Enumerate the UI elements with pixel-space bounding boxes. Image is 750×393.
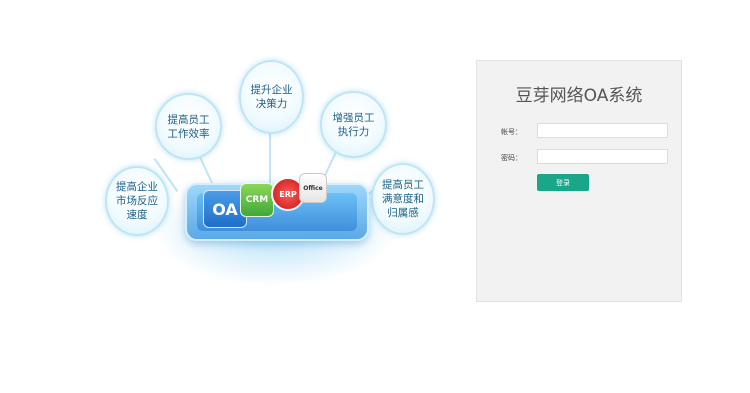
bubble-decision-power: 提升企业 决策力 — [239, 60, 304, 134]
bubble-execution: 增强员工 执行力 — [320, 91, 387, 158]
login-button[interactable]: 登录 — [537, 174, 589, 191]
oa-icon-label: OA — [212, 199, 238, 219]
connector-line — [269, 130, 271, 185]
bubble-label: 提高员工 工作效率 — [167, 113, 210, 140]
password-label: 密码： — [501, 154, 522, 162]
login-title: 豆芽网络OA系统 — [515, 86, 643, 106]
office-app-icon: Office — [299, 173, 327, 203]
bubble-work-efficiency: 提高员工 工作效率 — [155, 93, 222, 160]
username-input[interactable] — [537, 123, 668, 138]
bubble-market-response: 提高企业 市场反应 速度 — [105, 166, 169, 236]
office-icon-label: Office — [303, 184, 323, 192]
erp-icon-label: ERP — [279, 189, 297, 199]
username-label: 帐号： — [501, 128, 522, 136]
crm-app-icon: CRM — [240, 183, 274, 217]
password-input[interactable] — [537, 149, 668, 164]
bubble-label: 提高员工 满意度和 归属感 — [382, 179, 424, 219]
bubble-label: 提升企业 决策力 — [250, 84, 293, 110]
login-panel: 豆芽网络OA系统 帐号： 密码： 登录 — [476, 60, 682, 302]
bubble-label: 提高企业 市场反应 速度 — [116, 181, 158, 221]
bubble-label: 增强员工 执行力 — [332, 111, 375, 138]
crm-icon-label: CRM — [245, 195, 269, 205]
bubble-satisfaction: 提高员工 满意度和 归属感 — [371, 163, 435, 235]
feature-illustration: 提高企业 市场反应 速度 提高员工 工作效率 提升企业 决策力 增强员工 执行力… — [95, 55, 445, 300]
